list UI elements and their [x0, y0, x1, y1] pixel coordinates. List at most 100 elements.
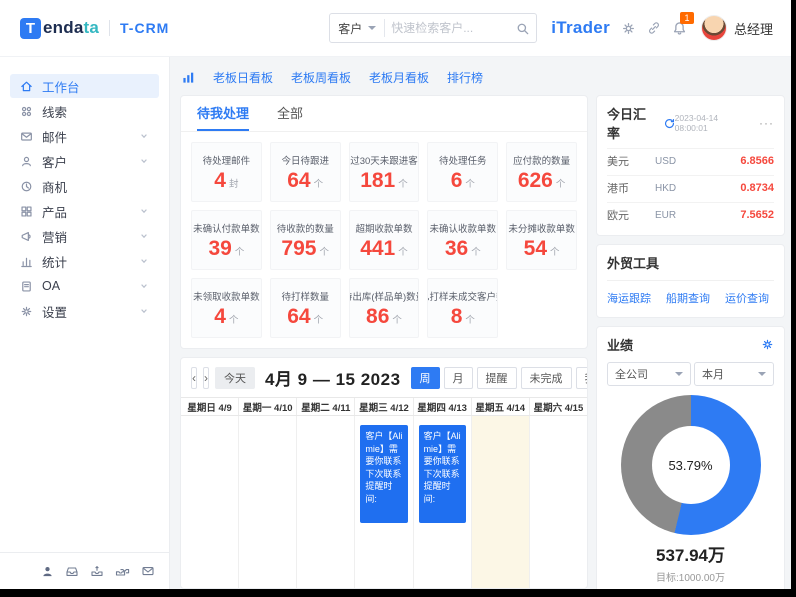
- search-icon[interactable]: [509, 22, 536, 35]
- tab-pending-mine[interactable]: 待我处理: [197, 96, 250, 131]
- more-menu-icon[interactable]: ···: [759, 117, 774, 129]
- calendar-day-column[interactable]: 客户【Alimie】需要你联系 下次联系提醒时间:: [414, 416, 472, 588]
- calendar-event[interactable]: 客户【Alimie】需要你联系 下次联系提醒时间:: [360, 425, 408, 523]
- inbox-tray-icon[interactable]: [65, 564, 79, 578]
- search-input[interactable]: [385, 21, 510, 35]
- link-icon[interactable]: [647, 21, 661, 35]
- stat-card[interactable]: 应付款的数量 626 个: [506, 142, 577, 202]
- refresh-icon[interactable]: [664, 118, 675, 129]
- avatar[interactable]: [700, 15, 727, 41]
- sidebar-item-settings[interactable]: 设置: [10, 299, 159, 323]
- archive-trays-icon[interactable]: [115, 564, 130, 578]
- period-select[interactable]: 本月: [694, 362, 774, 386]
- stat-card[interactable]: 待收款的数量 795 个: [269, 210, 341, 270]
- calendar-day-column[interactable]: [297, 416, 356, 588]
- calendar-day-column[interactable]: 客户【Alimie】需要你联系 下次联系提醒时间:: [355, 416, 414, 588]
- calendar-day-column[interactable]: [181, 416, 240, 588]
- sidebar-item-label: 客户: [42, 155, 68, 170]
- chevron-down-icon: [139, 231, 149, 241]
- calendar-view-3[interactable]: 未完成: [520, 366, 572, 389]
- mail-icon: [20, 130, 33, 143]
- sidebar-item-mail[interactable]: 邮件: [10, 124, 159, 148]
- workbench-icon: [20, 80, 33, 93]
- calendar-view-0[interactable]: 周: [410, 366, 440, 389]
- stat-card-unit: 个: [465, 315, 475, 326]
- trade-tool-link-0[interactable]: 海运跟踪: [607, 290, 651, 306]
- tab-all[interactable]: 全部: [277, 96, 303, 131]
- stat-card[interactable]: 未领取收款单数 4 个: [191, 278, 262, 338]
- bell-icon[interactable]: 1: [672, 11, 694, 36]
- service-gear-icon[interactable]: [621, 21, 636, 36]
- chevron-down-icon: [675, 372, 683, 380]
- sidebar-item-customers[interactable]: 客户: [10, 149, 159, 173]
- dash-link-0[interactable]: 老板日看板: [213, 69, 273, 86]
- stat-card-label: 未分摊收款单数: [508, 224, 575, 235]
- trade-tool-link-2[interactable]: 运价查询: [725, 290, 769, 306]
- dash-link-3[interactable]: 排行榜: [447, 69, 483, 86]
- stat-card[interactable]: 超期收款单数 441 个: [348, 210, 420, 270]
- sidebar-footer: [0, 552, 169, 589]
- itrader-brand[interactable]: iTrader: [551, 18, 610, 38]
- sidebar-item-statistics[interactable]: 统计: [10, 249, 159, 273]
- currency-code: USD: [655, 155, 677, 167]
- stat-card[interactable]: 待打样数量 64 个: [269, 278, 341, 338]
- dash-link-2[interactable]: 老板月看板: [369, 69, 429, 86]
- calendar-day-column[interactable]: [471, 416, 530, 588]
- notification-badge: 1: [679, 11, 694, 24]
- calendar-view-1[interactable]: 月: [443, 366, 473, 389]
- sidebar-item-leads[interactable]: 线索: [10, 99, 159, 123]
- stat-card[interactable]: 已打样未成交客户数 8个: [427, 278, 499, 338]
- marketing-icon: [20, 230, 33, 243]
- logo-divider: [109, 20, 111, 36]
- stat-card[interactable]: 超过30天未跟进客户 181个: [348, 142, 420, 202]
- calendar-today-button[interactable]: 今天: [215, 366, 255, 389]
- calendar-view-4[interactable]: 我指派的: [575, 366, 587, 389]
- stat-card[interactable]: 未确认付款单数 39 个: [191, 210, 262, 270]
- stat-card-label: 应付款的数量: [513, 156, 571, 167]
- stat-card-label: 待出库(样品单)数量: [350, 292, 419, 303]
- sidebar-item-products[interactable]: 产品: [10, 199, 159, 223]
- chevron-down-icon: [139, 256, 149, 266]
- stat-card-value: 4封: [214, 169, 239, 192]
- mail-envelope-icon[interactable]: [141, 564, 155, 578]
- calendar-day-column[interactable]: [239, 416, 298, 588]
- stat-card-label: 待打样数量: [281, 292, 329, 303]
- sidebar-item-workbench[interactable]: 工作台: [10, 74, 159, 98]
- stat-card[interactable]: 待处理任务 6 个: [427, 142, 499, 202]
- exchange-rate-row: 欧元 EUR 7.5652: [607, 202, 774, 227]
- outbox-tray-icon[interactable]: [90, 564, 104, 578]
- stat-card-value: 6个: [450, 169, 475, 192]
- scope-select[interactable]: 全公司: [607, 362, 691, 386]
- product-name: T-CRM: [120, 20, 170, 36]
- sidebar-item-opportunities[interactable]: 商机: [10, 174, 159, 198]
- calendar-prev-button[interactable]: ‹: [191, 366, 197, 389]
- sidebar-item-oa[interactable]: OA: [10, 274, 159, 298]
- calendar-event[interactable]: 客户【Alimie】需要你联系 下次联系提醒时间:: [418, 425, 466, 523]
- todo-panel: 待我处理 全部 待处理邮件4封今日待跟进64个超过30天未跟进客户181个待处理…: [180, 95, 588, 349]
- calendar-next-button[interactable]: ›: [203, 366, 209, 389]
- search-category-select[interactable]: 客户: [330, 20, 384, 37]
- stat-card[interactable]: 今日待跟进 64 个: [269, 142, 341, 202]
- stat-card-label: 超期收款单数: [355, 224, 413, 235]
- currency-code: EUR: [655, 209, 677, 221]
- calendar-day-header: 星期五 4/14: [472, 398, 530, 415]
- trade-tool-link-1[interactable]: 船期查询: [666, 290, 710, 306]
- sidebar-item-marketing[interactable]: 营销: [10, 224, 159, 248]
- stat-card[interactable]: 待处理邮件 4 封: [191, 142, 262, 202]
- calendar-day-column[interactable]: [530, 416, 587, 588]
- calendar-view-switcher: 周月提醒未完成我指派的: [410, 366, 587, 389]
- logo-t-icon: T: [20, 17, 41, 39]
- user-quick-icon[interactable]: [41, 565, 54, 578]
- performance-title: 业绩: [607, 338, 634, 353]
- stat-card[interactable]: 待出库(样品单)数量 86个: [348, 278, 420, 338]
- tendata-logo: T endata: [20, 17, 99, 39]
- gear-icon[interactable]: [761, 338, 774, 351]
- calendar-week-grid: 客户【Alimie】需要你联系 下次联系提醒时间: 客户【Alimie】需要你联系…: [181, 416, 587, 588]
- exchange-rate-row: 美元 USD 6.8566: [607, 148, 774, 173]
- stat-card-unit: 个: [319, 247, 329, 258]
- stat-card[interactable]: 未确认收款单数 36 个: [427, 210, 499, 270]
- stat-card[interactable]: 未分摊收款单数 54 个: [506, 210, 577, 270]
- bar-chart-icon: [182, 71, 195, 84]
- calendar-view-2[interactable]: 提醒: [476, 366, 517, 389]
- dash-link-1[interactable]: 老板周看板: [291, 69, 351, 86]
